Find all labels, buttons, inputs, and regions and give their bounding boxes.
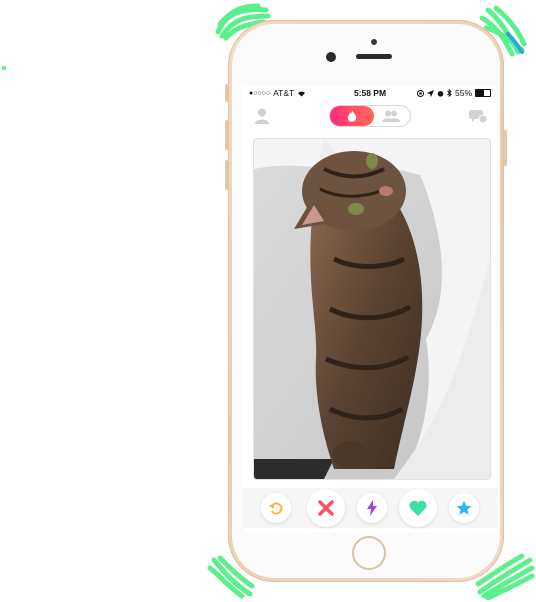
- profile-photo: [254, 139, 490, 479]
- super-like-button[interactable]: [449, 493, 479, 523]
- iphone-frame: ●○○○○ AT&T 5:58 PM 55%: [225, 20, 507, 582]
- action-bar: [243, 488, 497, 528]
- phone-face: ●○○○○ AT&T 5:58 PM 55%: [232, 24, 500, 578]
- profile-card[interactable]: [253, 138, 491, 480]
- rewind-button[interactable]: [261, 493, 291, 523]
- alarm-icon: [437, 90, 444, 97]
- volume-down-button: [225, 160, 228, 190]
- boost-button[interactable]: [357, 493, 387, 523]
- orientation-lock-icon: [416, 89, 424, 97]
- tab-social[interactable]: [382, 109, 400, 127]
- status-bar: ●○○○○ AT&T 5:58 PM 55%: [243, 86, 497, 100]
- decorative-dot: [2, 66, 6, 70]
- rewind-icon: [269, 502, 283, 515]
- star-icon: [456, 500, 472, 515]
- chat-bubbles-icon[interactable]: [469, 108, 488, 129]
- proximity-sensor: [371, 39, 377, 45]
- tab-discover[interactable]: [330, 106, 374, 126]
- like-button[interactable]: [399, 489, 437, 527]
- home-button[interactable]: [352, 536, 386, 570]
- status-right: 55%: [416, 88, 491, 98]
- stage: ●○○○○ AT&T 5:58 PM 55%: [0, 0, 536, 602]
- battery-level: [476, 90, 484, 96]
- battery-icon: [475, 89, 491, 97]
- location-icon: [426, 89, 434, 97]
- flame-icon: [347, 109, 357, 122]
- nope-button[interactable]: [307, 489, 345, 527]
- profile-icon[interactable]: [255, 108, 269, 129]
- group-icon: [382, 110, 400, 122]
- silent-switch: [225, 84, 228, 102]
- battery-percent: 55%: [454, 88, 472, 98]
- bluetooth-icon: [447, 89, 452, 97]
- screen: ●○○○○ AT&T 5:58 PM 55%: [243, 86, 497, 532]
- front-camera: [326, 52, 336, 62]
- earpiece-speaker: [356, 54, 392, 59]
- volume-up-button: [225, 120, 228, 150]
- heart-icon: [409, 500, 427, 516]
- power-button: [504, 130, 507, 166]
- top-nav: [243, 102, 497, 132]
- x-icon: [318, 500, 334, 516]
- lightning-icon: [367, 500, 377, 516]
- mode-toggle[interactable]: [329, 105, 411, 127]
